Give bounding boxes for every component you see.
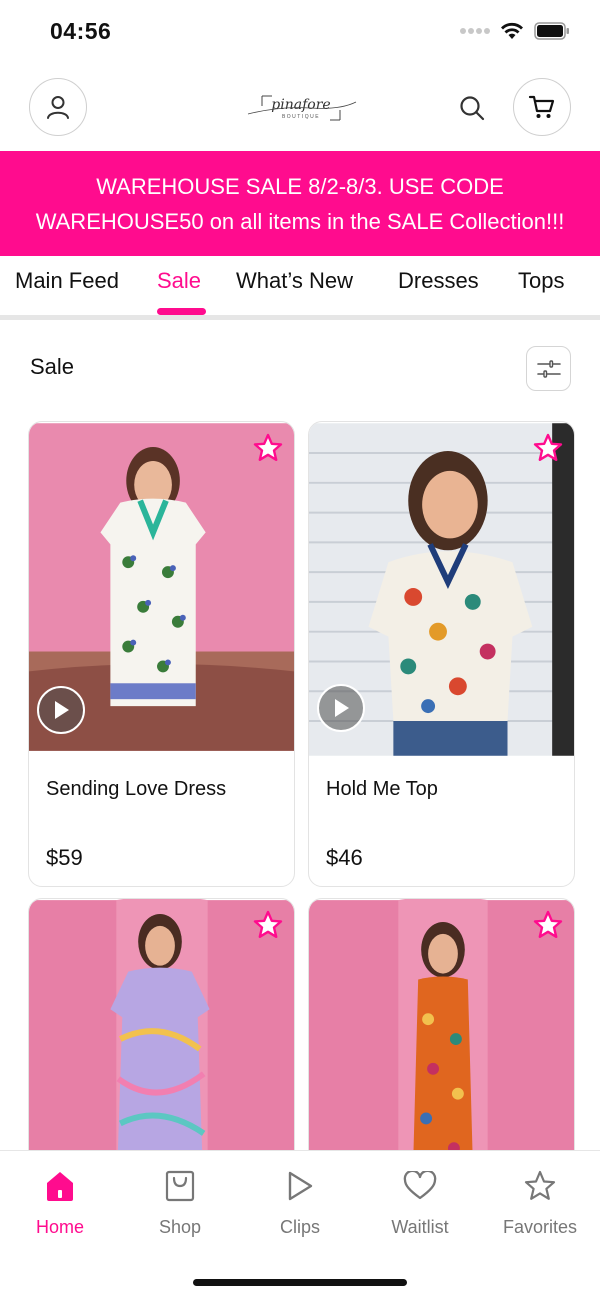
- tabbar-favorites-label: Favorites: [502, 1217, 578, 1237]
- product-price: $46: [326, 845, 363, 870]
- filter-button[interactable]: [526, 346, 571, 391]
- tab-dresses[interactable]: Dresses: [398, 268, 479, 294]
- product-name: Hold Me Top: [326, 778, 438, 800]
- search-icon: [460, 96, 485, 121]
- section-title: Sale: [30, 354, 75, 379]
- category-tabs: Main Feed Sale What’s New Dresses Tops: [0, 256, 600, 320]
- status-time: 04:56: [50, 18, 112, 44]
- favorite-star-icon[interactable]: [252, 432, 284, 464]
- tabbar-home-label: Home: [35, 1217, 84, 1237]
- app-header: pinafore BOUTIQUE: [0, 78, 600, 138]
- product-name: Sending Love Dress: [46, 778, 227, 800]
- favorite-star-icon[interactable]: [532, 909, 564, 941]
- status-bar: 04:56: [0, 0, 600, 66]
- search-button[interactable]: [456, 92, 488, 124]
- profile-button[interactable]: [29, 78, 87, 136]
- home-indicator[interactable]: [193, 1279, 407, 1286]
- play-icon: [55, 701, 69, 719]
- product-card[interactable]: Sending Love Dress $59: [28, 421, 295, 887]
- profile-icon: [47, 96, 69, 119]
- promo-banner-line2: WAREHOUSE50 on all items in the SALE Col…: [35, 208, 565, 234]
- play-icon: [335, 699, 349, 717]
- play-video-button[interactable]: [37, 686, 85, 734]
- shop-bag-icon: [165, 1170, 195, 1202]
- product-price: $59: [46, 845, 83, 870]
- cart-button[interactable]: [513, 78, 571, 136]
- logo-frame: [247, 95, 357, 121]
- bottom-tab-bar: Home Shop Clips Waitlist Favorites: [0, 1150, 600, 1299]
- status-icons: [460, 22, 570, 40]
- filter-icon: [536, 359, 561, 378]
- favorite-star-icon[interactable]: [252, 909, 284, 941]
- tabbar-waitlist-label: Waitlist: [391, 1217, 449, 1237]
- favorite-star-icon[interactable]: [532, 432, 564, 464]
- signal-icon: [460, 28, 490, 34]
- play-outline-icon: [288, 1171, 313, 1201]
- tab-main-feed[interactable]: Main Feed: [15, 268, 119, 294]
- star-outline-icon: [524, 1170, 556, 1200]
- tabbar-favorites[interactable]: Favorites: [480, 1167, 600, 1238]
- tabbar-shop-label: Shop: [158, 1217, 202, 1237]
- tabbar-home[interactable]: Home: [0, 1167, 120, 1238]
- promo-banner-line1: WAREHOUSE SALE 8/2-8/3. USE CODE: [96, 173, 504, 199]
- play-video-button[interactable]: [317, 684, 365, 732]
- tabbar-clips-label: Clips: [279, 1217, 320, 1237]
- tab-sale[interactable]: Sale: [157, 268, 201, 294]
- battery-icon: [534, 22, 569, 40]
- tabbar-waitlist[interactable]: Waitlist: [360, 1167, 480, 1238]
- product-card[interactable]: Hold Me Top $46: [308, 421, 575, 887]
- tab-tops[interactable]: Tops: [518, 268, 564, 294]
- brand-logo: pinafore BOUTIQUE: [240, 86, 362, 130]
- tab-whats-new[interactable]: What’s New: [236, 268, 353, 294]
- wifi-icon: [501, 22, 523, 39]
- cart-icon: [528, 95, 555, 118]
- tabbar-clips[interactable]: Clips: [240, 1167, 360, 1238]
- home-icon: [47, 1172, 73, 1201]
- tabbar-shop[interactable]: Shop: [120, 1167, 240, 1238]
- promo-banner[interactable]: WAREHOUSE SALE 8/2-8/3. USE CODE WAREHOU…: [0, 151, 600, 256]
- heart-icon: [403, 1171, 437, 1200]
- tab-active-indicator: [157, 308, 206, 315]
